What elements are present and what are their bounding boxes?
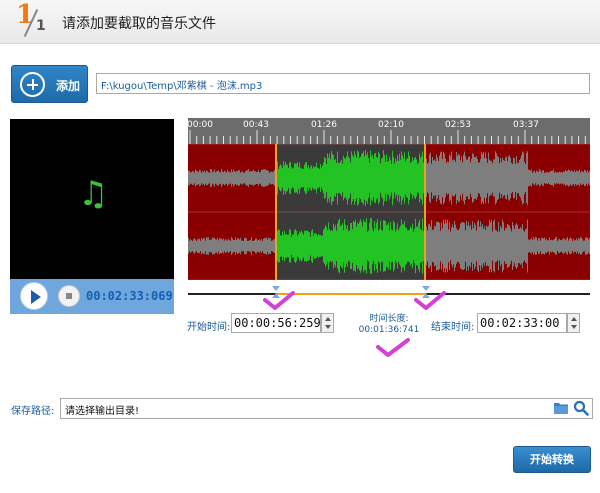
- save-path-label: 保存路径:: [11, 406, 55, 417]
- step-indicator: 1 1: [14, 0, 48, 38]
- spinner-up-icon[interactable]: [571, 317, 577, 321]
- spinner-down-icon[interactable]: [325, 325, 331, 329]
- duration-value: 00:01:36:741: [358, 325, 420, 335]
- checkmark-icon: [376, 338, 410, 357]
- player-controls: 00:02:33:069: [10, 279, 174, 314]
- ruler-label: 00:43: [243, 120, 269, 130]
- add-file-label: 添加: [56, 79, 81, 93]
- search-icon[interactable]: [573, 400, 589, 416]
- waveform-graphic: [188, 143, 590, 281]
- add-file-button[interactable]: 添加: [11, 65, 88, 103]
- checkmark-icon: [263, 291, 295, 310]
- step-number: 1: [16, 0, 35, 30]
- end-time-label: 结束时间:: [431, 322, 475, 333]
- start-time-label: 开始时间:: [187, 322, 231, 333]
- play-button[interactable]: [20, 282, 48, 310]
- selection-end-line[interactable]: [424, 144, 426, 280]
- end-time-input[interactable]: 00:02:33:00: [477, 313, 567, 333]
- checkmark-icon: [414, 291, 446, 310]
- range-slider[interactable]: [188, 286, 590, 302]
- spinner-down-icon[interactable]: [571, 325, 577, 329]
- step-total: 1: [36, 18, 46, 34]
- duration-label: 时间长度:: [369, 314, 409, 324]
- folder-icon[interactable]: [553, 401, 569, 415]
- save-path-field[interactable]: 请选择输出目录!: [60, 398, 593, 419]
- page-title: 请添加要截取的音乐文件: [62, 16, 216, 32]
- stop-button[interactable]: [58, 285, 80, 307]
- duration-display: 时间长度: 00:01:36:741: [358, 314, 420, 336]
- timeline-ruler: 00:00 00:43 01:26 02:10 02:53 03:37: [187, 118, 590, 144]
- plus-icon: [20, 72, 45, 97]
- preview-panel: ♫: [10, 119, 174, 279]
- waveform[interactable]: [188, 143, 590, 281]
- spinner-up-icon[interactable]: [325, 317, 331, 321]
- playback-time: 00:02:33:069: [86, 289, 173, 303]
- ruler-label: 02:10: [378, 120, 404, 130]
- header: 1 1 请添加要截取的音乐文件: [0, 0, 600, 44]
- ruler-label: 02:53: [445, 120, 471, 130]
- file-path-field[interactable]: F:\kugou\Temp\邓紫棋 - 泡沫.mp3: [96, 73, 590, 94]
- end-time-spinner[interactable]: [567, 313, 580, 333]
- ruler-label: 00:00: [187, 120, 213, 130]
- selection-start-line[interactable]: [275, 144, 277, 280]
- start-time-input[interactable]: 00:00:56:259: [231, 313, 321, 333]
- start-time-spinner[interactable]: [321, 313, 334, 333]
- ruler-label: 03:37: [513, 120, 539, 130]
- music-note-icon: ♫: [78, 174, 109, 214]
- start-convert-button[interactable]: 开始转换: [513, 446, 591, 473]
- ruler-label: 01:26: [311, 120, 337, 130]
- slider-selected-range: [276, 293, 426, 295]
